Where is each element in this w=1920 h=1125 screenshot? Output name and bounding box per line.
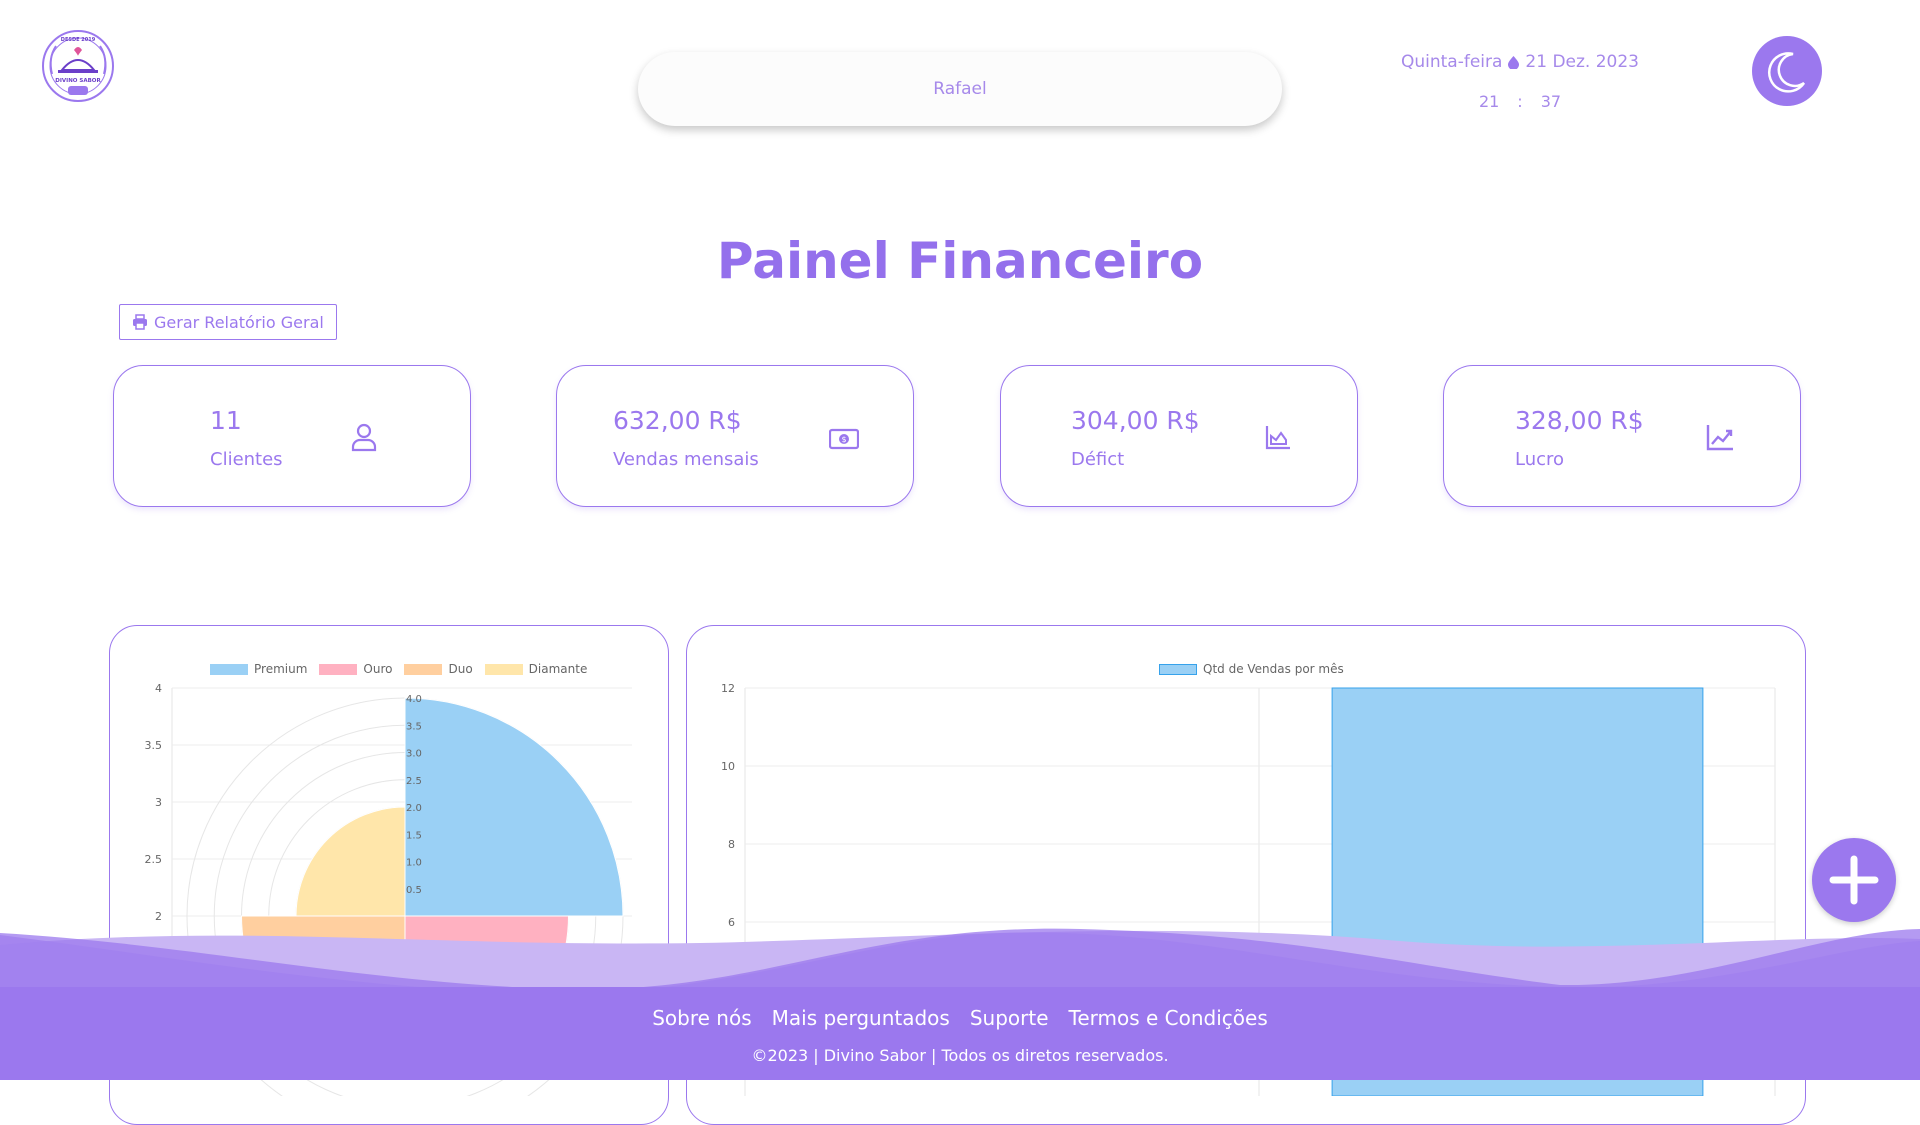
theme-toggle-button[interactable] (1752, 36, 1822, 106)
footer-nav: Sobre nós Mais perguntados Suporte Termo… (0, 1006, 1920, 1030)
y-tick-label: 2.5 (145, 853, 163, 866)
radial-tick-label: 2.5 (406, 776, 422, 787)
footer-link-support[interactable]: Suporte (970, 1006, 1049, 1030)
card-monthly-sales: 632,00 R$ Vendas mensais $ (556, 365, 914, 507)
radial-tick-label: 0.5 (406, 885, 422, 896)
brand-logo[interactable]: DESDE 2019 DIVINO SABOR (40, 28, 116, 104)
radial-tick-label: 3.0 (406, 749, 422, 760)
y-tick-label: 4 (155, 682, 162, 695)
logo-text-name: DIVINO SABOR (55, 78, 101, 84)
radial-tick-label: 4.0 (406, 694, 422, 705)
y-tick-label: 3 (155, 796, 162, 809)
footer-copyright: ©2023 | Divino Sabor | Todos os diretos … (751, 1046, 1169, 1065)
radial-tick-label: 2.0 (406, 803, 422, 814)
add-button[interactable] (1812, 838, 1896, 922)
time-hours: 21 (1478, 92, 1500, 111)
card-clients: 11 Clientes (113, 365, 471, 507)
money-bill-icon: $ (829, 428, 859, 450)
chart-area-icon (1265, 426, 1290, 450)
page-title: Painel Financeiro (716, 232, 1204, 290)
y-tick-label: 2 (155, 910, 162, 923)
y-tick-label: 8 (728, 838, 735, 851)
time-separator: : (1517, 92, 1523, 111)
user-name-text: Rafael (933, 79, 987, 99)
card-label: Clientes (210, 449, 283, 470)
footer-link-faq[interactable]: Mais perguntados (772, 1006, 950, 1030)
y-tick-label: 3.5 (145, 739, 163, 752)
user-name-display[interactable]: Rafael (638, 52, 1282, 126)
card-deficit: 304,00 R$ Défict (1000, 365, 1358, 507)
card-label: Lucro (1515, 449, 1565, 470)
footer-link-terms[interactable]: Termos e Condições (1069, 1006, 1268, 1030)
generate-report-label: Gerar Relatório Geral (154, 312, 324, 332)
card-profit: 328,00 R$ Lucro (1443, 365, 1801, 507)
logo-text-top: DESDE 2019 (61, 37, 96, 43)
card-value: 11 (210, 406, 242, 435)
polar-slice (295, 806, 406, 917)
radial-tick-label: 1.0 (406, 858, 422, 869)
footer-link-about[interactable]: Sobre nós (652, 1006, 751, 1030)
card-label: Défict (1071, 449, 1125, 470)
weekday-text: Quinta-feira (1400, 52, 1503, 72)
current-time: 21 : 37 (1460, 92, 1580, 114)
plus-icon (1829, 855, 1879, 905)
user-icon (351, 423, 377, 452)
y-tick-label: 10 (721, 760, 735, 773)
time-minutes: 37 (1540, 92, 1562, 111)
card-value: 328,00 R$ (1515, 406, 1644, 435)
drop-icon (1508, 55, 1520, 69)
y-tick-label: 12 (721, 682, 735, 695)
card-label: Vendas mensais (613, 449, 759, 470)
chart-line-icon (1706, 425, 1733, 451)
printer-icon (133, 314, 147, 330)
date-text: 21 Dez. 2023 (1525, 52, 1640, 72)
card-value: 304,00 R$ (1071, 406, 1200, 435)
polar-slice (404, 697, 624, 917)
divino-sabor-seal-logo: DESDE 2019 DIVINO SABOR (42, 30, 114, 102)
card-value: 632,00 R$ (613, 406, 742, 435)
svg-text:$: $ (841, 435, 846, 444)
generate-report-button[interactable]: Gerar Relatório Geral (119, 304, 337, 340)
radial-tick-label: 1.5 (406, 830, 422, 841)
moon-icon (1768, 52, 1806, 93)
radial-tick-label: 3.5 (406, 721, 422, 732)
current-date: Quinta-feira 21 Dez. 2023 (1400, 50, 1640, 74)
